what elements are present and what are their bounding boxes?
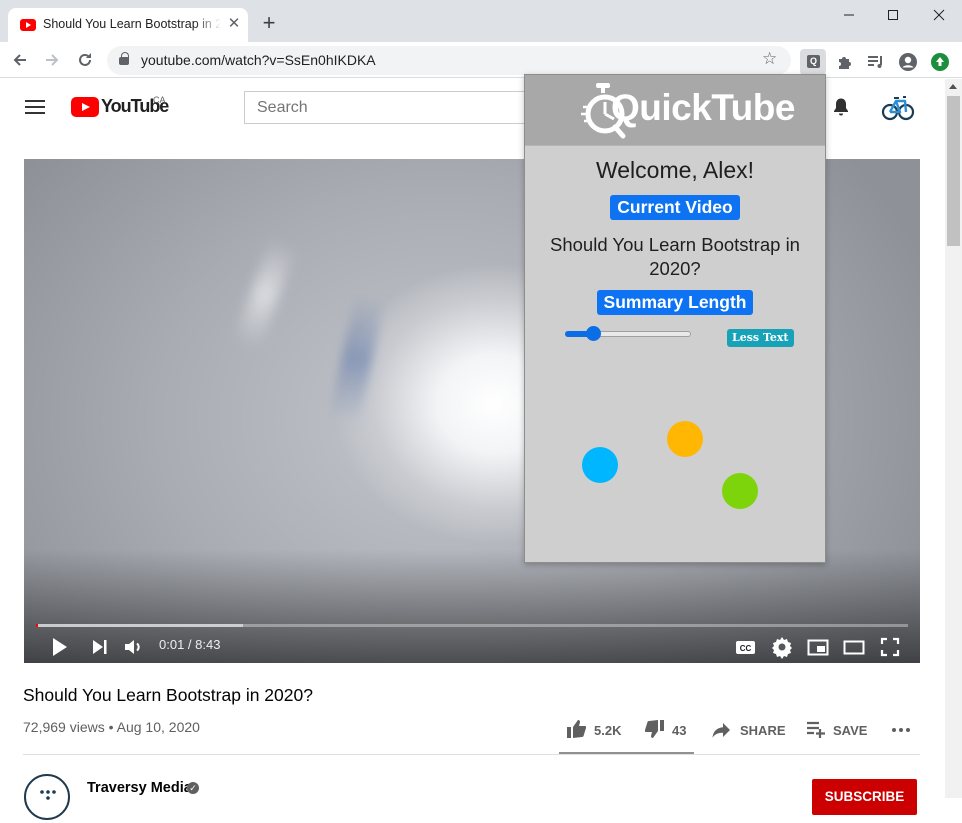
menu-icon[interactable] [25,100,45,114]
theater-mode-icon[interactable] [842,635,866,659]
miniplayer-icon[interactable] [806,635,830,659]
less-text-badge: Less Text [727,329,794,347]
current-video-label-row: Current Video [525,195,825,220]
scroll-up-arrow-icon[interactable] [949,84,957,89]
quicktube-logo-text: QuickTube [611,87,795,128]
bookmark-star-icon[interactable]: ☆ [762,49,777,69]
url-text: youtube.com/watch?v=SsEn0hIKDKA [141,52,376,68]
new-tab-button[interactable]: + [258,12,280,34]
time-display: 0:01 / 8:43 [159,637,221,652]
country-code: CA [153,95,166,105]
quicktube-header: QuickTube [525,75,825,146]
search-placeholder: Search [257,99,308,116]
tab-title: Should You Learn Bootstrap in 2020? [43,17,221,31]
youtube-favicon-icon [20,19,36,31]
fullscreen-icon[interactable] [878,635,902,659]
extensions-puzzle-icon[interactable] [832,51,856,73]
like-count: 5.2K [594,723,622,738]
page-scrollbar[interactable] [945,79,962,798]
video-frame-blur [233,237,297,351]
thumbs-down-icon [645,720,664,738]
tab-close-icon[interactable]: ✕ [224,14,244,34]
scroll-thumb[interactable] [947,96,960,246]
loading-dot-green [722,473,758,509]
play-icon[interactable] [48,635,72,659]
reload-icon[interactable] [73,48,97,72]
maximize-window-icon[interactable] [870,4,916,26]
dislike-count: 43 [672,723,687,738]
share-label: SHARE [740,723,786,738]
minimize-window-icon[interactable] [826,4,872,26]
video-title: Should You Learn Bootstrap in 2020? [23,685,313,705]
next-video-icon[interactable] [88,635,112,659]
thumbs-up-icon [567,720,586,738]
quicktube-extension-icon[interactable]: Q [800,49,826,75]
svg-text:CC: CC [740,644,752,653]
notifications-bell-icon[interactable] [832,97,850,116]
subscribe-button[interactable]: SUBSCRIBE [812,779,917,815]
forward-arrow-icon[interactable] [40,48,64,72]
save-label: SAVE [833,723,868,738]
browser-toolbar: youtube.com/watch?v=SsEn0hIKDKA ☆ Q [0,42,962,78]
more-actions-icon[interactable] [890,720,914,740]
playlist-add-icon [807,721,825,738]
save-button[interactable]: SAVE [806,720,876,740]
browser-tab-strip: Should You Learn Bootstrap in 2020? ✕ + [0,0,962,42]
user-avatar-bicycle-icon[interactable] [880,89,916,125]
quicktube-popup: QuickTube Welcome, Alex! Current Video S… [524,74,826,563]
progress-buffered [36,624,243,627]
summary-length-label: Summary Length [596,290,754,315]
summary-length-label-row: Summary Length [525,290,825,315]
address-bar[interactable]: youtube.com/watch?v=SsEn0hIKDKA ☆ [107,46,791,75]
media-queue-icon[interactable] [864,51,888,73]
progress-played [36,624,38,627]
share-button[interactable]: SHARE [711,720,791,740]
loading-dot-blue [582,447,618,483]
progress-bar[interactable] [36,624,908,627]
youtube-logo-icon[interactable] [71,97,99,117]
search-input[interactable]: Search [244,91,544,124]
verified-check-icon: ✓ [187,782,199,794]
divider [23,754,920,755]
video-frame-blur [328,292,386,426]
back-arrow-icon[interactable] [8,48,32,72]
dislike-button[interactable]: 43 [645,720,695,740]
quicktube-ext-letter: Q [807,55,820,68]
like-button[interactable]: 5.2K [566,720,626,740]
loading-dot-yellow [667,421,703,457]
update-arrow-icon[interactable] [928,51,952,73]
current-video-label: Current Video [610,195,740,220]
channel-avatar[interactable] [24,774,70,820]
lock-icon [119,52,129,65]
summary-length-slider-thumb[interactable] [585,326,601,341]
settings-gear-icon[interactable] [770,635,794,659]
profile-account-icon[interactable] [896,51,920,73]
captions-cc-icon[interactable]: CC [734,635,758,659]
channel-name[interactable]: Traversy Media [87,780,192,796]
view-count-date: 72,969 views • Aug 10, 2020 [23,719,200,735]
share-arrow-icon [712,723,730,738]
browser-tab[interactable]: Should You Learn Bootstrap in 2020? ✕ [8,8,248,42]
current-video-title: Should You Learn Bootstrap in 2020? [550,234,800,279]
volume-icon[interactable] [122,635,146,659]
close-window-icon[interactable] [916,4,962,26]
welcome-heading: Welcome, Alex! [595,157,755,183]
